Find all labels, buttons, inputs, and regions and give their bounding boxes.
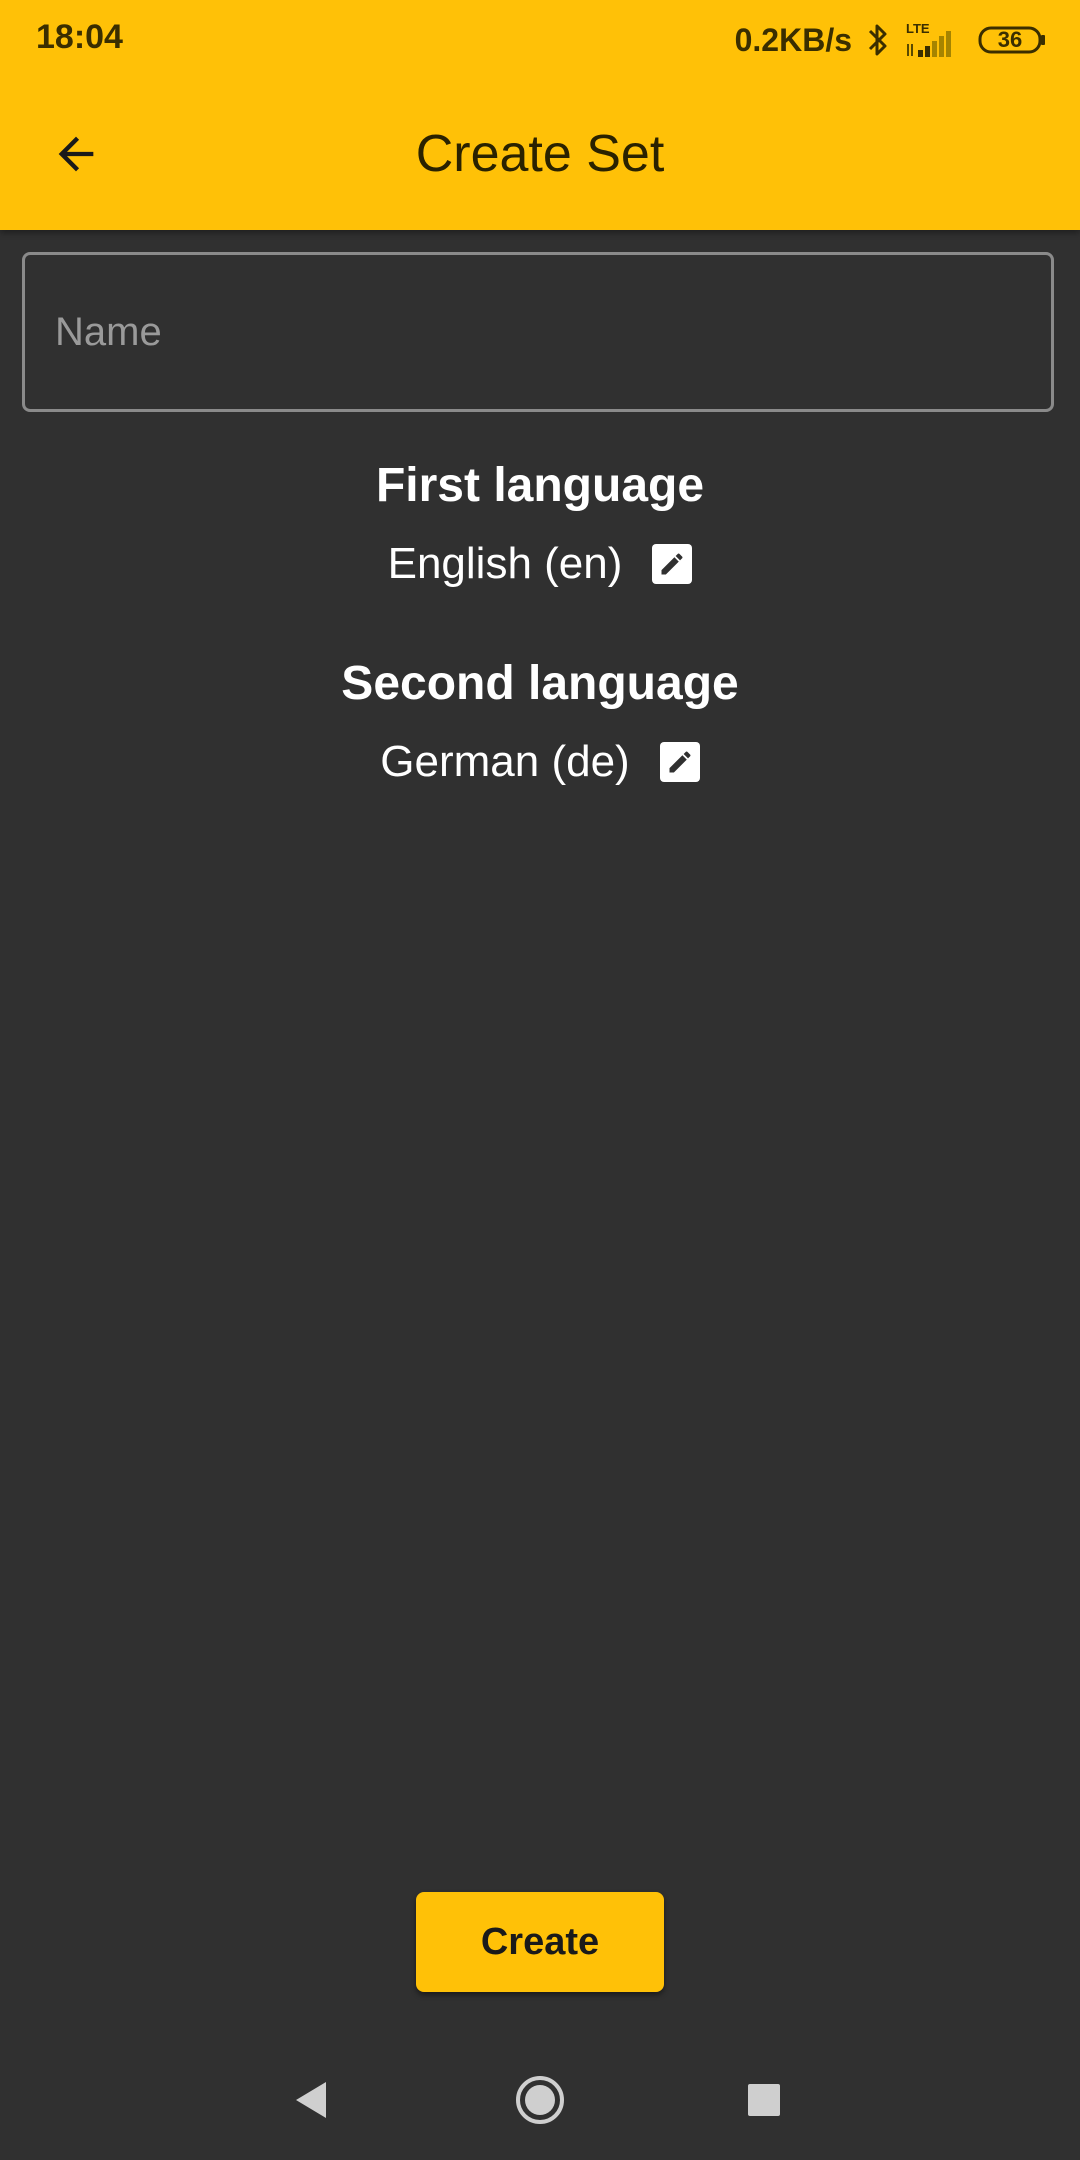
second-language-value: German (de) <box>380 737 630 786</box>
pencil-icon <box>669 751 691 773</box>
first-language-row: English (en) <box>0 534 1080 594</box>
first-language-value: English (en) <box>387 539 623 588</box>
signal-icon: LTE <box>906 21 951 57</box>
pencil-icon <box>661 553 683 575</box>
status-icons: 0.2KB/s LTE 36 <box>735 18 1046 62</box>
home-circle-icon <box>516 2076 564 2124</box>
app-bar: 18:04 0.2KB/s LTE 36 Create Set <box>0 0 1080 230</box>
battery-icon: 36 <box>978 26 1046 54</box>
recents-square-icon <box>748 2084 780 2116</box>
create-button[interactable]: Create <box>416 1892 664 1992</box>
edit-second-language-button[interactable] <box>659 742 700 782</box>
edit-first-language-button[interactable] <box>652 544 693 584</box>
network-speed: 0.2KB/s <box>734 21 852 58</box>
status-time: 18:04 <box>36 18 123 56</box>
second-language-row: German (de) <box>0 732 1080 792</box>
name-input[interactable] <box>22 252 1054 412</box>
nav-recents-button[interactable] <box>726 2062 802 2138</box>
network-type-label: LTE <box>906 21 930 36</box>
nav-back-button[interactable] <box>274 2062 350 2138</box>
system-nav-bar <box>0 2040 1080 2160</box>
back-triangle-icon <box>296 2082 326 2118</box>
page-title: Create Set <box>415 125 665 183</box>
first-language-heading: First language <box>375 459 705 512</box>
second-language-heading: Second language <box>341 657 739 710</box>
nav-home-button[interactable] <box>502 2062 578 2138</box>
bluetooth-icon <box>868 24 887 56</box>
battery-level: 36 <box>997 27 1023 52</box>
